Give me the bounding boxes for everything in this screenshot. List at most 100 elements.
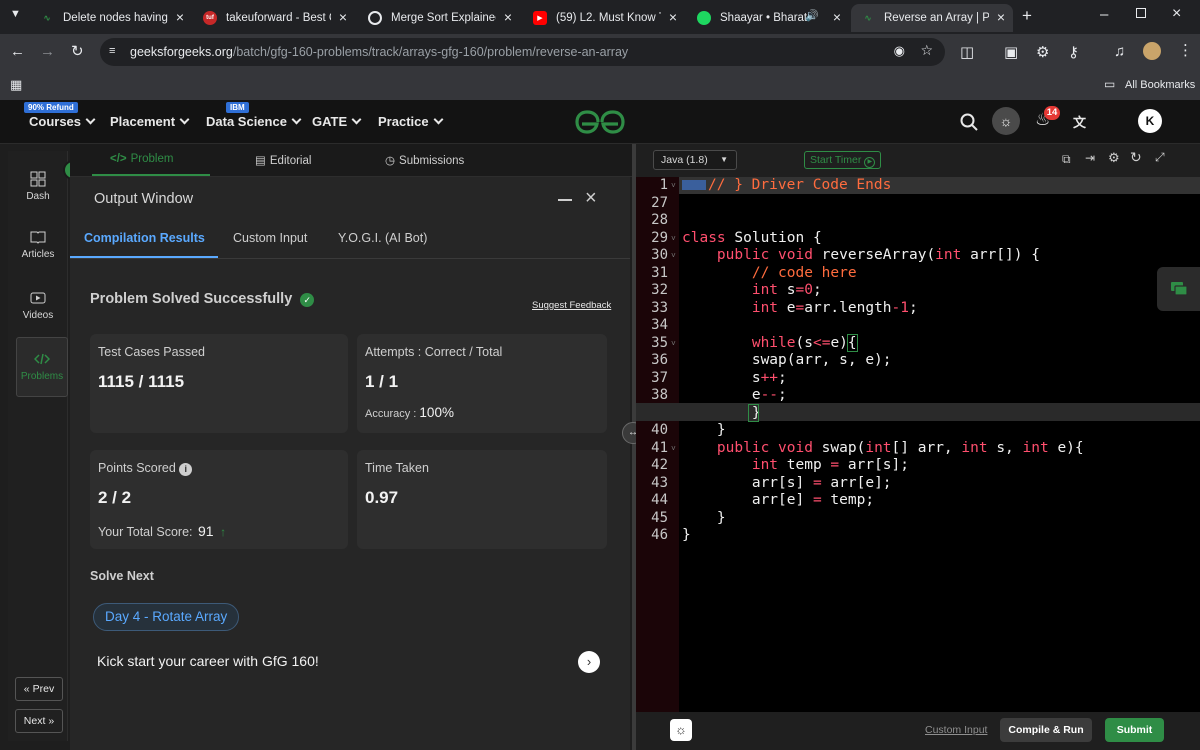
code-line: s++; xyxy=(682,370,787,388)
bookmarks-bar: ▦ ▭ All Bookmarks xyxy=(0,72,1200,100)
translate-icon[interactable]: 文 xyxy=(1073,112,1086,131)
media-icon[interactable]: ♫ xyxy=(1114,43,1125,60)
fullscreen-icon[interactable]: ⤢ xyxy=(1155,150,1165,165)
speaker-icon[interactable]: 🔊 xyxy=(805,9,819,22)
sidebar-item-dash[interactable]: Dash xyxy=(8,171,68,202)
custom-input-link[interactable]: Custom Input xyxy=(925,724,987,736)
next-button[interactable]: Next» xyxy=(15,709,63,733)
menu-kebab-icon[interactable]: ⋮ xyxy=(1178,41,1193,59)
bookmark-star-icon[interactable]: ☆ xyxy=(920,42,933,59)
reset-code-icon[interactable]: ↻ xyxy=(1130,149,1142,166)
info-icon[interactable]: i xyxy=(179,463,193,476)
line-number: 42 xyxy=(651,457,668,473)
tab-search-chevron-icon[interactable]: ▼ xyxy=(10,8,21,20)
sidebar-item-videos[interactable]: Videos xyxy=(8,290,68,321)
fold-arrow-icon[interactable]: ˅ xyxy=(671,251,676,261)
fold-arrow-icon[interactable]: ˅ xyxy=(671,181,676,191)
sidebar-item-articles[interactable]: Articles xyxy=(8,229,68,260)
theme-toggle-button[interactable]: ☼ xyxy=(992,107,1020,135)
sidebar-item-label: Videos xyxy=(22,310,54,321)
code-keyword: int xyxy=(1022,439,1049,456)
close-tab-icon[interactable]: × xyxy=(176,9,184,25)
close-tab-icon[interactable]: × xyxy=(339,9,347,25)
all-bookmarks-link[interactable]: All Bookmarks xyxy=(1125,79,1195,91)
nav-data-science[interactable]: Data Science xyxy=(206,114,302,129)
copy-icon[interactable]: ⧉ xyxy=(1062,152,1071,167)
theme-bulb-button[interactable]: ☼ xyxy=(670,719,692,741)
browser-tab-active[interactable]: ∿ Reverse an Array | Pract × xyxy=(851,4,1013,32)
apps-grid-icon[interactable]: ▦ xyxy=(10,77,22,93)
start-timer-button[interactable]: Start Timer ▶ xyxy=(804,151,882,169)
nav-placement[interactable]: Placement xyxy=(110,114,190,129)
fold-arrow-icon[interactable]: ˅ xyxy=(671,234,676,244)
close-tab-icon[interactable]: × xyxy=(669,9,677,25)
kickstart-arrow-button[interactable]: › xyxy=(578,651,600,673)
export-icon[interactable]: ⇥ xyxy=(1085,151,1095,165)
line-number: 37 xyxy=(651,369,668,386)
browser-tab[interactable]: Shaayar • Bharat Ch 🔊 × xyxy=(687,4,849,32)
nav-label: Data Science xyxy=(206,114,287,129)
submit-button[interactable]: Submit xyxy=(1105,718,1164,742)
tab-custom-input[interactable]: Custom Input xyxy=(233,231,307,245)
close-tab-icon[interactable]: × xyxy=(504,9,512,25)
accuracy-label: Accuracy : xyxy=(365,408,417,420)
settings-gear-icon[interactable]: ⚙ xyxy=(1108,150,1120,166)
nav-courses[interactable]: Courses xyxy=(29,114,96,129)
tab-editorial[interactable]: ▤ Editorial xyxy=(255,153,311,167)
eye-off-icon[interactable]: ◉ xyxy=(894,43,905,59)
key-icon[interactable]: ⚷ xyxy=(1068,43,1079,61)
browser-tab[interactable]: ∿ Delete nodes having gr × xyxy=(30,4,192,32)
browser-tab[interactable]: ▶ (59) L2. Must Know Trick × xyxy=(523,4,685,32)
close-tab-icon[interactable]: × xyxy=(997,9,1005,25)
next-problem-chip[interactable]: Day 4 - Rotate Array xyxy=(93,603,240,631)
screenshot-icon[interactable]: ▣ xyxy=(1004,43,1018,61)
extension-puzzle-icon[interactable]: ⚙ xyxy=(1036,43,1049,61)
site-info-icon[interactable]: ≡ xyxy=(109,45,115,57)
close-window-icon[interactable]: × xyxy=(1172,5,1181,23)
close-tab-icon[interactable]: × xyxy=(833,9,841,25)
code-line: arr[s] = arr[e]; xyxy=(682,475,892,493)
restore-icon[interactable] xyxy=(1136,8,1146,18)
chevron-down-icon xyxy=(291,114,302,125)
browser-tab[interactable]: tuf takeuforward - Best Co × xyxy=(193,4,355,32)
code-text: s, xyxy=(987,439,1023,456)
minimize-icon[interactable]: – xyxy=(1100,6,1108,23)
user-avatar[interactable]: K xyxy=(1138,109,1162,133)
tab-compilation-results[interactable]: Compilation Results xyxy=(84,231,205,245)
new-tab-icon[interactable]: + xyxy=(1022,6,1032,26)
compile-run-button[interactable]: Compile & Run xyxy=(1000,718,1092,742)
tab-underline xyxy=(92,174,210,176)
sidebar-item-problems[interactable]: Problems xyxy=(16,337,68,397)
extensions-icon[interactable]: ◫ xyxy=(960,43,974,61)
url-field[interactable]: ≡ geeksforgeeks.org/batch/gfg-160-proble… xyxy=(100,38,945,66)
tab-yogi-ai-bot[interactable]: Y.O.G.I. (AI Bot) xyxy=(338,231,427,245)
chat-fab-button[interactable] xyxy=(1157,267,1200,311)
caret-down-icon: ▼ xyxy=(720,155,728,164)
folder-icon: ▭ xyxy=(1104,77,1116,91)
fold-arrow-icon[interactable]: ˅ xyxy=(671,444,676,454)
browser-tab[interactable]: Merge Sort Explained × xyxy=(358,4,520,32)
language-select[interactable]: Java (1.8) ▼ xyxy=(653,150,737,170)
spotify-icon xyxy=(697,11,711,25)
close-output-icon[interactable]: × xyxy=(585,187,597,210)
code-text: arr[s] xyxy=(682,474,813,491)
document-icon: ▤ xyxy=(255,155,266,167)
profile-avatar-icon[interactable] xyxy=(1143,42,1161,60)
nav-practice[interactable]: Practice xyxy=(378,114,444,129)
suggest-feedback-link[interactable]: Suggest Feedback xyxy=(532,300,611,311)
back-icon[interactable]: ← xyxy=(10,43,25,60)
prev-button[interactable]: «Prev xyxy=(15,677,63,701)
minimize-output-icon[interactable] xyxy=(558,191,572,201)
search-icon[interactable] xyxy=(960,113,978,131)
gfg-logo-icon[interactable] xyxy=(574,109,626,135)
tab-submissions[interactable]: ◷ Submissions xyxy=(385,153,464,167)
code-comment: // } Driver Code Ends xyxy=(708,177,892,193)
nav-gate[interactable]: GATE xyxy=(312,114,362,129)
language-value: Java (1.8) xyxy=(661,154,708,166)
fold-arrow-icon[interactable]: ˅ xyxy=(671,339,676,349)
reload-icon[interactable]: ↻ xyxy=(71,42,84,60)
tab-problem[interactable]: </> Problem xyxy=(110,153,173,165)
forward-icon[interactable]: → xyxy=(40,43,55,60)
code-brace: { xyxy=(846,333,858,352)
code-editor[interactable]: 1˅272829˅30˅3132333435˅363738394041˅4243… xyxy=(636,177,1200,712)
